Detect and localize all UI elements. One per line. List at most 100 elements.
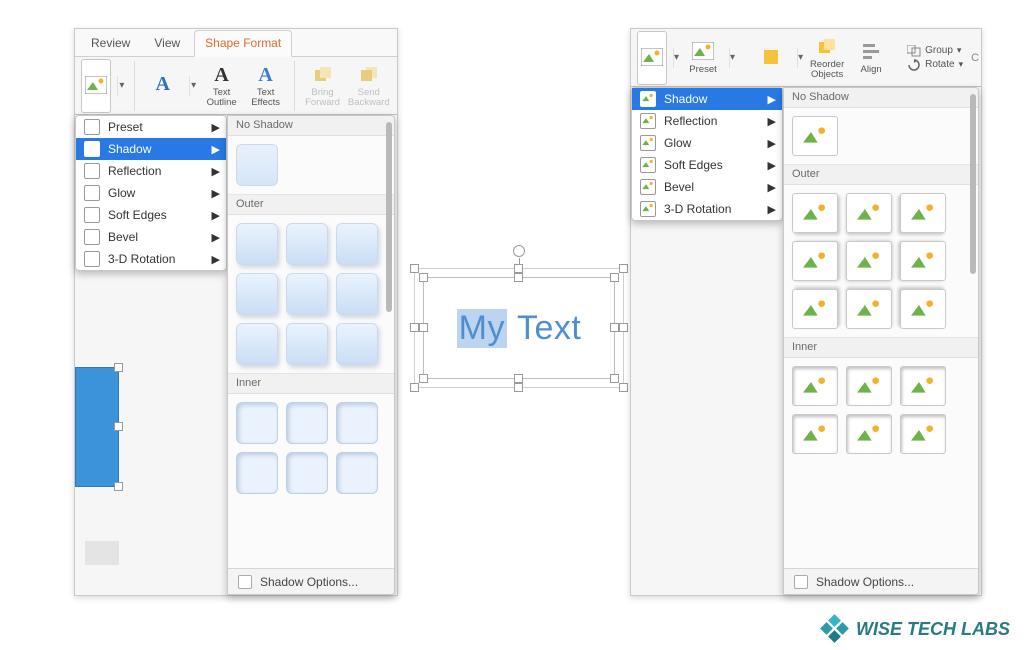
soft-edges-icon	[640, 157, 656, 173]
picture-swatch-inner[interactable]	[792, 366, 838, 406]
rotate-label: Rotate	[925, 59, 954, 70]
menu-label: Reflection	[664, 114, 717, 128]
resize-handle[interactable]	[410, 264, 419, 273]
shadow-swatch-inner[interactable]	[336, 452, 378, 494]
shape-format-panel: Review View Shape Format ▾ A ▾ AText Out…	[74, 28, 398, 596]
selected-blue-shape[interactable]	[75, 367, 119, 487]
menu-shadow[interactable]: Shadow▶	[632, 88, 782, 110]
glow-icon	[640, 135, 656, 151]
menu-label: Preset	[108, 120, 143, 134]
picture-swatch-outer[interactable]	[846, 289, 892, 329]
rotate-button[interactable]: Rotate▾	[907, 59, 963, 71]
textbox-text[interactable]: My Text	[424, 278, 614, 378]
shadow-swatch-outer[interactable]	[236, 323, 278, 365]
menu-shadow[interactable]: Shadow▶	[76, 138, 226, 160]
shadow-swatch-outer[interactable]	[336, 223, 378, 265]
chevron-right-icon: ▶	[768, 137, 776, 150]
menu-label: Bevel	[108, 230, 138, 244]
shadow-swatch-outer[interactable]	[286, 223, 328, 265]
shadow-swatch-inner[interactable]	[286, 452, 328, 494]
chevron-right-icon: ▶	[768, 203, 776, 216]
menu-label: 3-D Rotation	[664, 202, 731, 216]
dropdown-caret-icon[interactable]: ▾	[189, 76, 198, 96]
preset-button[interactable]: Preset	[683, 31, 723, 85]
menu-bevel[interactable]: Bevel▶	[632, 176, 782, 198]
dropdown-caret-icon[interactable]: ▾	[729, 48, 735, 68]
dropdown-caret-icon[interactable]: ▾	[673, 48, 679, 68]
shadow-swatch-inner[interactable]	[236, 402, 278, 444]
reorder-objects-button[interactable]: Reorder Objects	[807, 31, 847, 85]
menu-3d-rotation[interactable]: 3-D Rotation ▶	[632, 198, 782, 220]
shadow-swatch-inner[interactable]	[336, 402, 378, 444]
picture-swatch-outer[interactable]	[900, 289, 946, 329]
picture-swatch-inner[interactable]	[900, 366, 946, 406]
resize-handle[interactable]	[410, 383, 419, 392]
menu-glow[interactable]: Glow▶	[76, 182, 226, 204]
tab-shape-format[interactable]: Shape Format	[194, 30, 292, 57]
menu-preset[interactable]: Preset▶	[76, 116, 226, 138]
menu-glow[interactable]: Glow▶	[632, 132, 782, 154]
text-fill-button[interactable]: A	[143, 59, 183, 113]
resize-handle[interactable]	[410, 323, 419, 332]
shadow-swatch-inner[interactable]	[236, 452, 278, 494]
picture-swatch-inner[interactable]	[846, 366, 892, 406]
picture-swatch-none[interactable]	[792, 116, 838, 156]
align-icon	[860, 40, 882, 62]
shadow-swatch-outer[interactable]	[336, 323, 378, 365]
text-outline-button[interactable]: AText Outline	[202, 59, 242, 113]
scrollbar[interactable]	[970, 94, 976, 564]
shape-effects-button[interactable]	[81, 59, 111, 113]
resize-handle[interactable]	[619, 323, 628, 332]
picture-swatch-outer[interactable]	[900, 241, 946, 281]
checkbox-icon	[238, 575, 252, 589]
tab-review[interactable]: Review	[81, 31, 140, 56]
rotate-handle[interactable]	[513, 245, 525, 257]
selected-textbox[interactable]: My Text	[414, 268, 624, 388]
scrollbar[interactable]	[386, 122, 392, 564]
picture-swatch-outer[interactable]	[846, 241, 892, 281]
menu-bevel[interactable]: Bevel▶	[76, 226, 226, 248]
shadow-swatch-outer[interactable]	[236, 223, 278, 265]
shadow-swatch-outer[interactable]	[286, 323, 328, 365]
menu-reflection[interactable]: Reflection▶	[76, 160, 226, 182]
shadow-swatch-outer[interactable]	[236, 273, 278, 315]
shadow-swatch-none[interactable]	[236, 144, 278, 186]
picture-shadow-gallery: No Shadow Outer Inner	[783, 87, 979, 595]
shadow-swatch-inner[interactable]	[286, 402, 328, 444]
gallery-heading-inner: Inner	[228, 374, 394, 394]
menu-soft-edges[interactable]: Soft Edges▶	[76, 204, 226, 226]
rotate-icon	[907, 59, 921, 71]
picture-swatch-outer[interactable]	[792, 289, 838, 329]
menu-soft-edges[interactable]: Soft Edges▶	[632, 154, 782, 176]
resize-handle[interactable]	[619, 264, 628, 273]
shadow-swatch-outer[interactable]	[286, 273, 328, 315]
picture-swatch-inner[interactable]	[846, 414, 892, 454]
group-button[interactable]: Group▾	[907, 45, 963, 57]
shadow-options[interactable]: Shadow Options...	[228, 568, 394, 594]
picture-swatch-inner[interactable]	[792, 414, 838, 454]
brand-text: WISE TECH LABS	[856, 619, 1010, 640]
menu-reflection[interactable]: Reflection▶	[632, 110, 782, 132]
picture-swatch-outer[interactable]	[792, 193, 838, 233]
align-button[interactable]: Align	[851, 31, 891, 85]
reorder-label: Reorder Objects	[810, 60, 844, 79]
shadow-options[interactable]: Shadow Options...	[784, 568, 978, 594]
picture-swatch-inner[interactable]	[900, 414, 946, 454]
dropdown-caret-icon[interactable]: ▾	[117, 76, 126, 96]
resize-handle[interactable]	[619, 383, 628, 392]
picture-effects-button[interactable]	[637, 31, 667, 85]
resize-handle[interactable]	[514, 264, 523, 273]
dropdown-caret-icon[interactable]: ▾	[797, 48, 803, 68]
picture-swatch-outer[interactable]	[900, 193, 946, 233]
textbox-inner: My Text	[423, 277, 615, 379]
brand-logo-icon	[822, 616, 848, 642]
menu-3d-rotation[interactable]: 3-D Rotation▶	[76, 248, 226, 270]
yellow-shape-button[interactable]	[751, 31, 791, 85]
tab-view[interactable]: View	[144, 31, 190, 56]
picture-swatch-outer[interactable]	[792, 241, 838, 281]
resize-handle[interactable]	[514, 383, 523, 392]
text-effects-button[interactable]: AText Effects	[246, 59, 286, 113]
ribbon: ▾ Preset ▾ ▾ Reorder Objects Align Group…	[631, 29, 981, 87]
shadow-swatch-outer[interactable]	[336, 273, 378, 315]
picture-swatch-outer[interactable]	[846, 193, 892, 233]
